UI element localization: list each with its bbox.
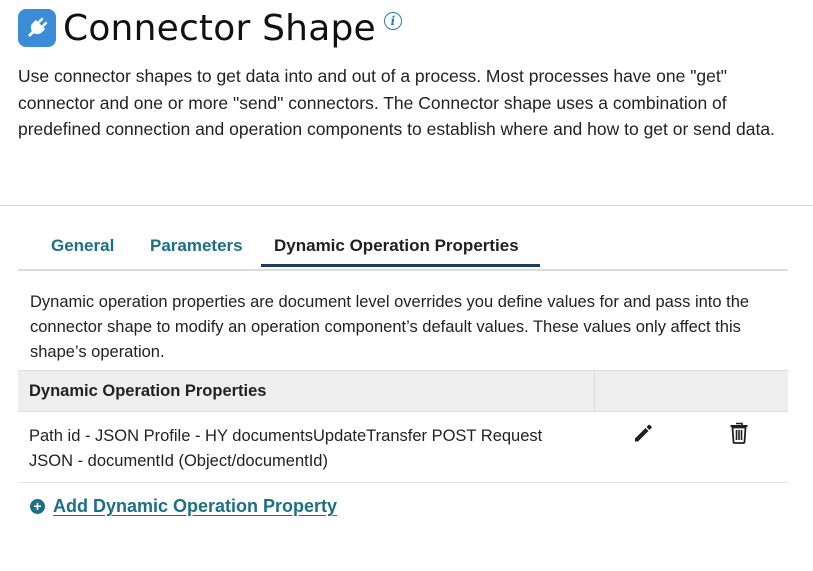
active-tab-indicator — [261, 264, 540, 267]
table-row: Path id - JSON Profile - HY documentsUpd… — [18, 412, 788, 483]
section-divider — [0, 205, 813, 206]
page-header: Connector Shape i — [18, 7, 402, 49]
add-link-label: Add Dynamic Operation Property — [53, 496, 338, 516]
tab-general[interactable]: General — [51, 232, 114, 267]
tab-description: Dynamic operation properties are documen… — [30, 293, 750, 361]
trash-icon[interactable] — [728, 421, 750, 445]
add-dynamic-operation-property-link[interactable]: + Add Dynamic Operation Property — [30, 496, 337, 517]
column-separator — [594, 371, 595, 411]
plus-circle-icon: + — [30, 499, 45, 514]
page-title: Connector Shape — [63, 7, 376, 49]
plug-icon — [18, 9, 56, 47]
column-header-properties: Dynamic Operation Properties — [29, 381, 267, 400]
tab-dynamic-operation-properties[interactable]: Dynamic Operation Properties — [274, 232, 519, 267]
intro-text: Use connector shapes to get data into an… — [18, 66, 775, 139]
properties-table: Dynamic Operation Properties Path id - J… — [18, 370, 788, 483]
info-icon[interactable]: i — [383, 12, 402, 30]
table-header: Dynamic Operation Properties — [18, 370, 788, 412]
pencil-icon[interactable] — [632, 422, 654, 444]
tab-parameters[interactable]: Parameters — [150, 232, 243, 267]
property-label: Path id - JSON Profile - HY documentsUpd… — [29, 427, 543, 470]
